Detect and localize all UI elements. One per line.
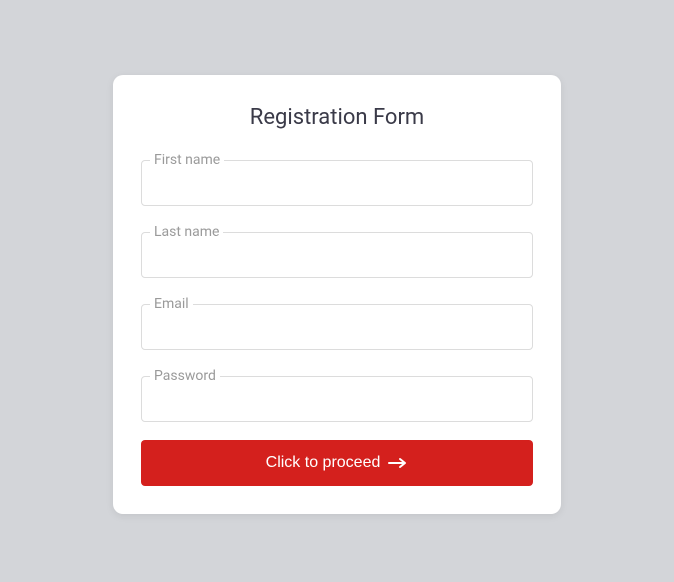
first-name-input[interactable] [142,168,532,205]
email-fieldset: Email [141,296,533,350]
last-name-input[interactable] [142,240,532,277]
submit-button[interactable]: Click to proceed [141,440,533,486]
first-name-label: First name [150,152,224,168]
submit-button-label: Click to proceed [266,454,381,472]
form-title: Registration Form [141,105,533,130]
last-name-label: Last name [150,224,223,240]
email-label: Email [150,296,193,312]
password-label: Password [150,368,220,384]
arrow-right-icon [388,457,408,469]
first-name-fieldset: First name [141,152,533,206]
email-input[interactable] [142,312,532,349]
last-name-fieldset: Last name [141,224,533,278]
password-input[interactable] [142,384,532,421]
password-fieldset: Password [141,368,533,422]
registration-card: Registration Form First name Last name E… [113,75,561,514]
